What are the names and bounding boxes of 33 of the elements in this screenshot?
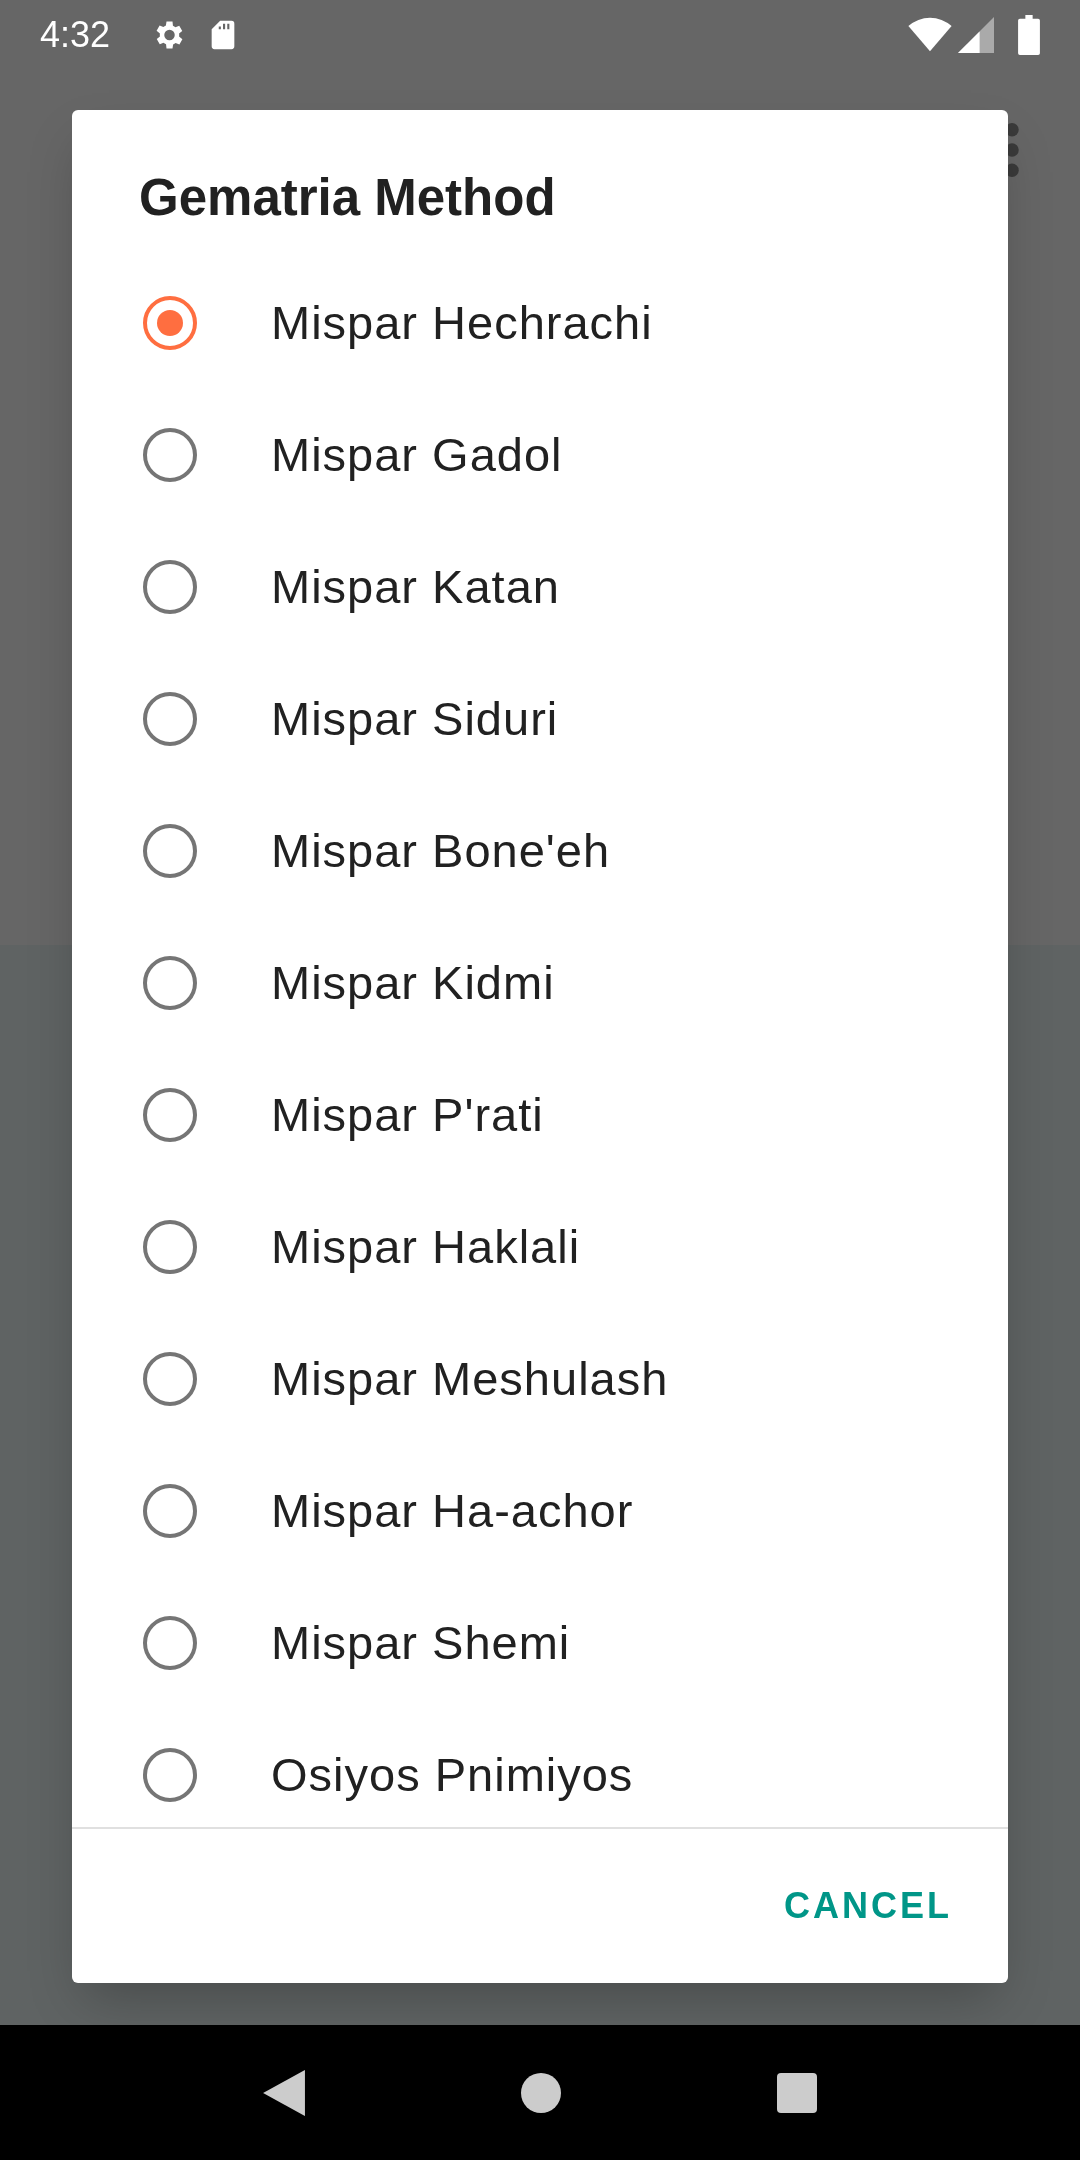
radio-button[interactable]	[143, 1748, 197, 1802]
radio-button[interactable]	[143, 1088, 197, 1142]
wifi-icon	[908, 17, 952, 53]
radio-option[interactable]: Mispar Gadol	[72, 389, 1008, 521]
radio-option[interactable]: Mispar Hechrachi	[72, 257, 1008, 389]
radio-button[interactable]	[143, 956, 197, 1010]
radio-button[interactable]	[143, 1616, 197, 1670]
radio-option[interactable]: Mispar Siduri	[72, 653, 1008, 785]
radio-button[interactable]	[143, 1220, 197, 1274]
radio-option[interactable]: Mispar Ha-achor	[72, 1445, 1008, 1577]
cancel-button[interactable]: CANCEL	[768, 1867, 968, 1945]
recents-icon[interactable]	[777, 2072, 817, 2113]
radio-option[interactable]: Mispar Shemi	[72, 1577, 1008, 1709]
radio-button[interactable]	[143, 428, 197, 482]
dialog-title: Gematria Method	[139, 169, 556, 226]
radio-button[interactable]	[143, 296, 197, 350]
radio-button[interactable]	[143, 560, 197, 614]
back-icon[interactable]	[263, 2069, 305, 2116]
radio-button[interactable]	[143, 824, 197, 878]
radio-option[interactable]: Osiyos Pnimiyos	[72, 1709, 1008, 1827]
battery-icon	[1018, 15, 1040, 55]
radio-button[interactable]	[143, 1484, 197, 1538]
status-time: 4:32	[40, 13, 111, 57]
home-icon[interactable]	[521, 2072, 561, 2113]
signal-icon	[958, 17, 994, 53]
radio-option[interactable]: Mispar Katan	[72, 521, 1008, 653]
radio-option[interactable]: Mispar Haklali	[72, 1181, 1008, 1313]
radio-option[interactable]: Mispar Meshulash	[72, 1313, 1008, 1445]
radio-option[interactable]: Mispar P'rati	[72, 1049, 1008, 1181]
radio-button[interactable]	[143, 692, 197, 746]
radio-option[interactable]: Mispar Bone'eh	[72, 785, 1008, 917]
radio-button[interactable]	[143, 1352, 197, 1406]
radio-option[interactable]: Mispar Kidmi	[72, 917, 1008, 1049]
